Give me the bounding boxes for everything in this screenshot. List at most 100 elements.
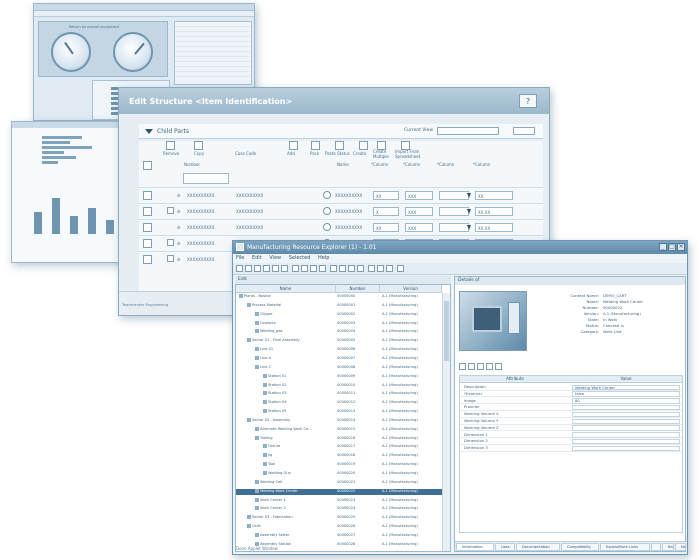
row-checkbox[interactable] [143, 223, 152, 232]
tree-version-column[interactable]: Version [380, 285, 442, 293]
attribute-column-header[interactable]: Attribute [460, 376, 570, 383]
select-all-checkbox[interactable] [143, 161, 152, 170]
paste-status-checkbox[interactable] [335, 141, 344, 150]
row-column2-input[interactable]: XXX [405, 191, 433, 200]
remove-header-checkbox[interactable] [166, 141, 175, 150]
view-go-button[interactable] [513, 127, 535, 135]
row-column1-input[interactable]: X [373, 207, 399, 216]
attribute-value-field[interactable]: 80 [572, 398, 680, 404]
tree-row[interactable]: Process Material 00000001 A.1 (Manufacturi… [236, 302, 442, 310]
cut-icon[interactable] [263, 265, 270, 272]
tree-row[interactable]: Tool 00000019 A.1 (Manufacturing) [236, 462, 442, 469]
revise-icon[interactable] [310, 265, 317, 272]
filter-icon[interactable] [467, 209, 471, 214]
tab-more[interactable] [651, 543, 661, 551]
close-icon[interactable]: × [677, 243, 685, 251]
attribute-value-field[interactable] [572, 404, 680, 411]
tree-row[interactable]: Work Center 1 00000023 A.1 (Manufacturing) [236, 497, 442, 505]
menu-help[interactable]: Help [318, 255, 329, 261]
copy-header-checkbox[interactable] [194, 141, 203, 150]
row-column2-input[interactable]: XXX [405, 223, 433, 232]
tree-name-column[interactable]: Name [236, 285, 336, 293]
row-column4-input[interactable]: XX [475, 191, 513, 200]
row-remove-checkbox[interactable] [167, 207, 174, 214]
status-circle-icon[interactable] [323, 207, 331, 215]
copy-icon[interactable] [272, 265, 279, 272]
delete-icon[interactable] [319, 265, 326, 272]
tree-row[interactable]: Line A 00000007 A.1 (Manufacturing) [236, 355, 442, 363]
menu-file[interactable]: File [236, 255, 244, 261]
back-button[interactable]: Back [662, 543, 674, 551]
status-circle-icon[interactable] [323, 191, 331, 199]
value-column-header[interactable]: Value [570, 376, 682, 383]
create-checkbox[interactable] [359, 141, 368, 150]
tree-row[interactable]: Station 02 00000010 A.1 (Manufacturing) [236, 382, 442, 390]
attribute-value-field[interactable]: false [572, 391, 680, 397]
tab-information[interactable]: Information [456, 543, 494, 551]
insert-icon[interactable] [330, 265, 337, 272]
tree-row[interactable]: Assembly Setter 00000027 A.1 (Manufacturin… [236, 532, 442, 540]
redo-icon[interactable] [486, 363, 493, 370]
paste-icon[interactable] [281, 265, 288, 272]
info-icon[interactable] [495, 363, 502, 370]
tree-row[interactable]: Alternate Welding Work Ce... 00000015 A.1 … [236, 426, 442, 434]
tree-row[interactable]: Tooling 00000016 A.1 (Manufacturing) [236, 435, 442, 443]
row-checkbox[interactable] [143, 191, 152, 200]
tree-row[interactable]: Work Center 2 00000024 A.1 (Manufacturing) [236, 506, 442, 513]
checkout-icon[interactable] [292, 265, 299, 272]
row-checkbox[interactable] [143, 207, 152, 216]
attribute-value-field[interactable] [572, 445, 680, 452]
tree-row[interactable]: Sector 01 - Final Assembly 00000005 A.1 (M… [236, 338, 442, 345]
tab-documentation[interactable]: Documentation [516, 543, 560, 551]
tree-row[interactable]: Station 01 00000009 A.1 (Manufacturing) [236, 373, 442, 381]
number-filter-input[interactable] [183, 173, 229, 184]
new-icon[interactable] [236, 265, 243, 272]
tab-compatibility[interactable]: Compatibility [561, 543, 599, 551]
tree-scrollbar[interactable] [442, 293, 450, 551]
tree-row[interactable]: Coolants 00000003 A.1 (Manufacturing) [236, 320, 442, 328]
row-column3-input[interactable] [439, 223, 469, 232]
tab-expenditure-links[interactable]: Expenditure Links [600, 543, 650, 551]
attribute-value-field[interactable] [572, 438, 680, 445]
current-view-select[interactable] [437, 127, 499, 135]
tree-row[interactable]: Fixture 00000017 A.1 (Manufacturing) [236, 444, 442, 451]
scroll-thumb[interactable] [444, 301, 449, 361]
filter-icon[interactable] [467, 193, 471, 198]
link-icon[interactable] [348, 265, 355, 272]
tree-row[interactable]: Station 03 00000011 A.1 (Manufacturing) [236, 391, 442, 398]
attribute-value-field[interactable]: Welding Work Center [572, 384, 680, 390]
edit-attribute-icon[interactable] [459, 363, 466, 370]
add-checkbox[interactable] [289, 141, 298, 150]
help-icon[interactable] [397, 265, 404, 272]
attribute-value-field[interactable] [572, 411, 680, 418]
collapse-triangle-icon[interactable] [145, 129, 153, 134]
row-column4-input[interactable]: XX.XX [475, 223, 513, 232]
status-circle-icon[interactable] [323, 223, 331, 231]
tree-row[interactable]: Welding Work Center 00000022 A.1 (Manufact… [236, 488, 442, 496]
refresh-icon[interactable] [386, 265, 393, 272]
save-icon[interactable] [254, 265, 261, 272]
unlink-icon[interactable] [357, 265, 364, 272]
tree-row[interactable]: Line 01 00000006 A.1 (Manufacturing) [236, 347, 442, 354]
row-remove-checkbox[interactable] [167, 239, 174, 246]
tree-row[interactable]: Sector 03 - Fabrication 00000025 A.1 (Manu… [236, 515, 442, 522]
tree-row[interactable]: Welding Gun 00000020 A.1 (Manufacturing) [236, 471, 442, 478]
attribute-value-field[interactable] [572, 418, 680, 424]
pack-checkbox[interactable] [311, 141, 320, 150]
undo-icon[interactable] [477, 363, 484, 370]
minimize-icon[interactable]: _ [659, 243, 667, 251]
tree-row[interactable]: Welding Cell 00000021 A.1 (Manufacturing) [236, 479, 442, 487]
attribute-value-field[interactable] [572, 425, 680, 431]
replace-icon[interactable] [339, 265, 346, 272]
tree-row[interactable]: Cells 00000026 A.1 (Manufacturing) [236, 524, 442, 531]
row-column1-input[interactable]: XX [373, 191, 399, 200]
tree-row[interactable]: Sector 02 - Assembly 00000014 A.1 (Manufac… [236, 417, 442, 425]
row-column3-input[interactable] [439, 191, 469, 200]
row-checkbox[interactable] [143, 255, 152, 264]
row-column2-input[interactable]: XXX [405, 207, 433, 216]
next-button[interactable]: Next [675, 543, 686, 551]
tree-row[interactable]: Jig 00000018 A.1 (Manufacturing) [236, 453, 442, 460]
menu-selected[interactable]: Selected [289, 255, 311, 261]
menu-edit[interactable]: Edit [252, 255, 262, 261]
checkin-icon[interactable] [301, 265, 308, 272]
